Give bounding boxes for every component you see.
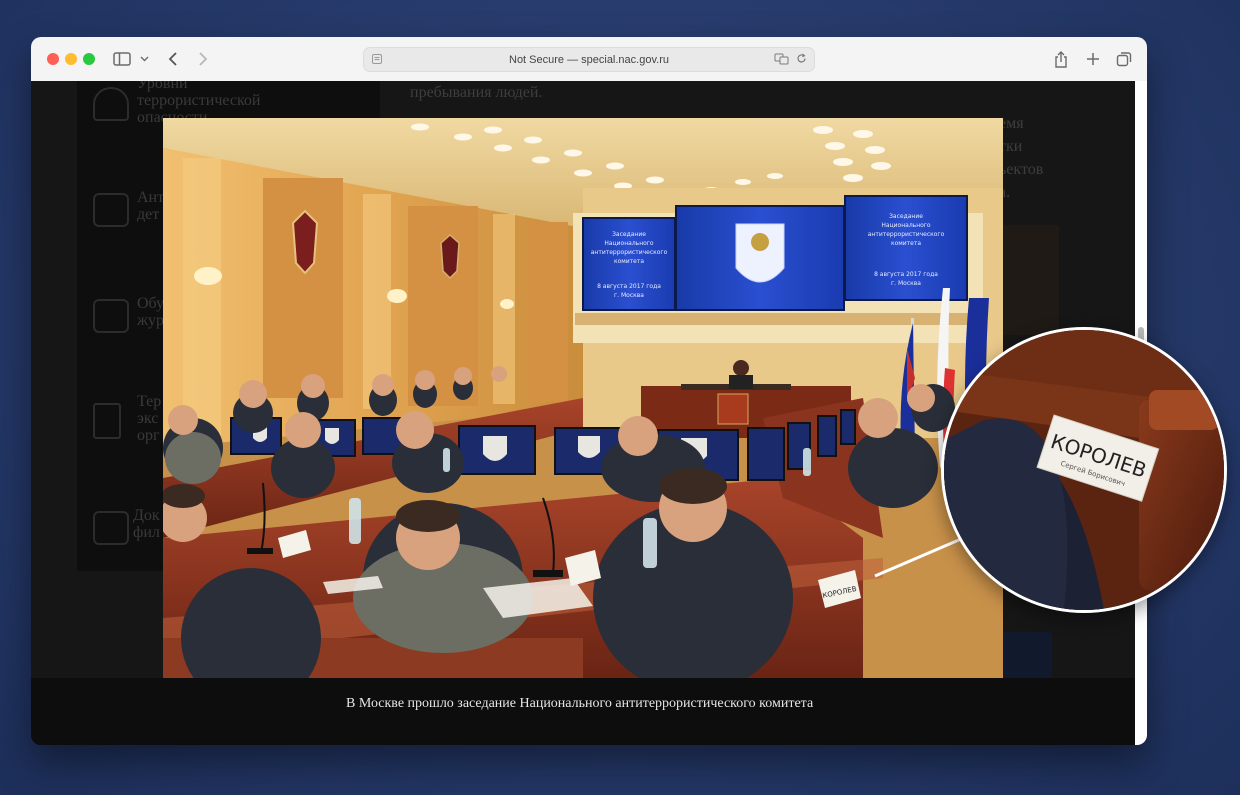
people-icon xyxy=(93,193,129,227)
camera-icon xyxy=(93,299,129,333)
chevron-right-icon xyxy=(199,52,208,66)
reload-icon[interactable] xyxy=(796,53,807,64)
minimize-window-button[interactable] xyxy=(65,53,77,65)
share-icon xyxy=(1055,50,1067,68)
close-window-button[interactable] xyxy=(47,53,59,65)
tab-group-chevron[interactable] xyxy=(137,46,151,72)
sidebar-item-label: Тер экс орг xyxy=(137,393,162,444)
plus-icon xyxy=(1087,53,1099,65)
sidebar-item-label: Обу жур xyxy=(137,295,165,329)
back-button[interactable] xyxy=(163,46,183,72)
tab-overview-button[interactable] xyxy=(1114,46,1134,72)
film-icon xyxy=(93,511,129,545)
article-text-line: пребывания людей. xyxy=(410,84,543,101)
forward-button[interactable] xyxy=(193,46,213,72)
lightbox-caption-bar: В Москве прошло заседание Национального … xyxy=(31,678,1135,745)
sidebar-item-label: Док фил xyxy=(133,507,160,541)
browser-toolbar: Not Secure — special.nac.gov.ru xyxy=(31,37,1147,82)
new-tab-button[interactable] xyxy=(1083,46,1103,72)
zoom-callout: КОРОЛЕВ Сергей Борисович xyxy=(941,327,1227,613)
article-text-fragment: ьектов xyxy=(999,161,1044,178)
sidebar-item-label: Ант дет xyxy=(137,189,165,223)
translate-icon[interactable] xyxy=(774,53,790,65)
photo-caption: В Москве прошло заседание Национального … xyxy=(346,696,814,711)
zoomed-nameplate-image: КОРОЛЕВ Сергей Борисович xyxy=(944,330,1224,610)
sidebar-toggle-button[interactable] xyxy=(111,46,133,72)
address-text: Not Secure — special.nac.gov.ru xyxy=(509,53,669,66)
article-image[interactable] xyxy=(999,225,1059,335)
sidebar-icon xyxy=(113,52,131,66)
gauge-icon xyxy=(93,87,129,121)
page-icon xyxy=(372,54,382,64)
chevron-left-icon xyxy=(168,52,177,66)
zoom-connector xyxy=(874,519,1003,578)
share-button[interactable] xyxy=(1051,46,1071,72)
lightbox-photo[interactable]: Заседание Национального антитеррористиче… xyxy=(163,118,1003,678)
chevron-down-icon xyxy=(140,56,148,62)
zoom-window-button[interactable] xyxy=(83,53,95,65)
list-icon xyxy=(93,403,121,439)
address-bar[interactable]: Not Secure — special.nac.gov.ru xyxy=(363,47,815,72)
tabs-icon xyxy=(1116,52,1132,67)
